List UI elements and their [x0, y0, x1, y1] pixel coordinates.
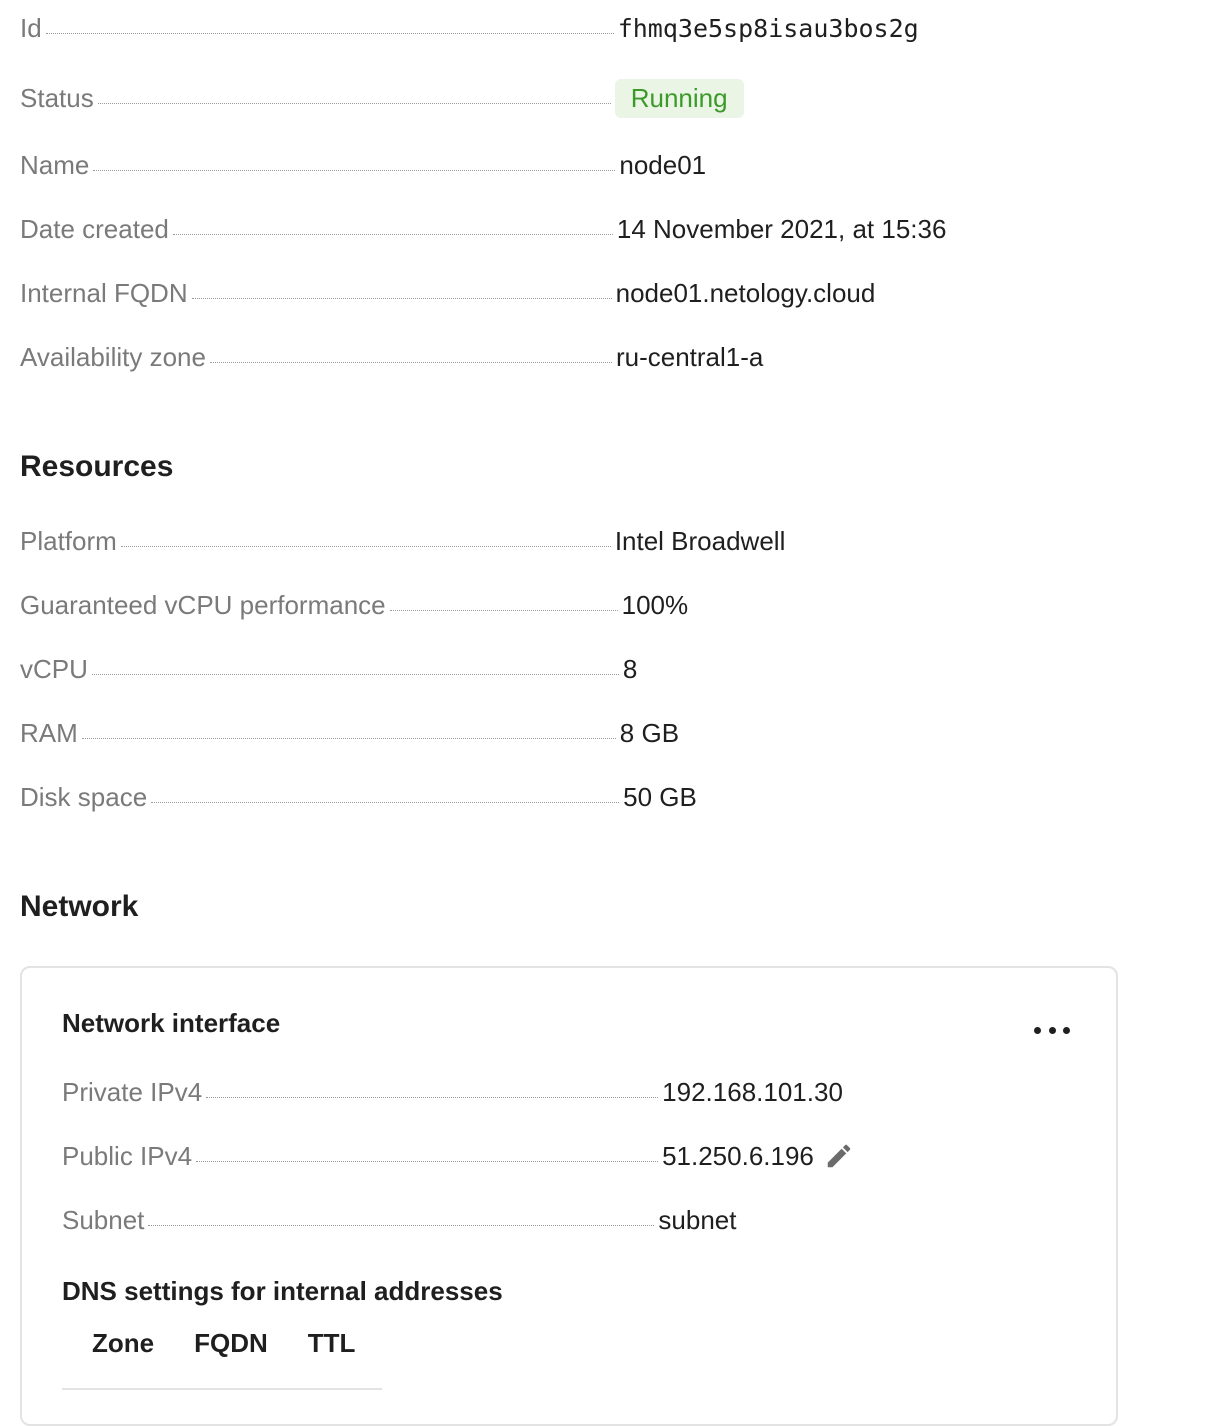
- private-ipv4-value[interactable]: 192.168.101.30: [662, 1077, 843, 1108]
- property-label: Name: [20, 149, 90, 180]
- dotted-leader: [389, 609, 618, 611]
- resources-section-title: Resources: [20, 450, 174, 483]
- property-label: Id: [20, 12, 42, 43]
- public-ipv4-value[interactable]: 51.250.6.196: [662, 1141, 814, 1172]
- dotted-leader: [172, 233, 613, 235]
- property-label: Date created: [20, 213, 169, 244]
- vcpu-value: 8: [622, 653, 638, 684]
- dotted-leader: [93, 169, 616, 171]
- property-label: Platform: [20, 525, 117, 556]
- property-label: Public IPv4: [62, 1140, 193, 1171]
- dns-table-header: Zone FQDN TTL: [62, 1328, 382, 1390]
- property-label: RAM: [20, 717, 78, 748]
- platform-value: Intel Broadwell: [614, 525, 786, 556]
- dotted-leader: [196, 1160, 659, 1162]
- property-row-id: Id fhmq3e5sp8isau3bos2g: [20, 8, 1120, 48]
- property-row-private-ipv4: Private IPv4 192.168.101.30: [62, 1072, 1102, 1112]
- dotted-leader: [120, 545, 611, 547]
- property-label: Guaranteed vCPU performance: [20, 589, 386, 620]
- network-interface-title: Network interface: [62, 1008, 281, 1038]
- property-row-internal-fqdn: Internal FQDN node01.netology.cloud: [20, 273, 1120, 313]
- dotted-leader: [206, 1096, 659, 1098]
- more-horizontal-icon[interactable]: [1034, 1022, 1070, 1038]
- property-row-date-created: Date created 14 November 2021, at 15:36: [20, 209, 1120, 249]
- instance-name-value: node01: [619, 149, 707, 180]
- dns-settings-title: DNS settings for internal addresses: [62, 1276, 503, 1306]
- dotted-leader: [45, 32, 614, 34]
- availability-zone-value: ru-central1-a: [615, 341, 764, 372]
- property-row-status: Status Running: [20, 78, 1120, 118]
- dotted-leader: [191, 297, 612, 299]
- dotted-leader: [209, 361, 612, 363]
- network-interface-card: Network interface Private IPv4 192.168.1…: [20, 966, 1118, 1426]
- property-label: Availability zone: [20, 341, 206, 372]
- property-label: vCPU: [20, 653, 88, 684]
- dotted-leader: [91, 673, 619, 675]
- subnet-link[interactable]: subnet: [658, 1205, 736, 1236]
- property-label: Status: [20, 82, 94, 113]
- property-row-name: Name node01: [20, 145, 1120, 185]
- instance-id-value[interactable]: fhmq3e5sp8isau3bos2g: [618, 14, 919, 43]
- property-row-disk-space: Disk space 50 GB: [20, 777, 1120, 817]
- dotted-leader: [148, 1224, 655, 1226]
- ram-value: 8 GB: [619, 717, 680, 748]
- property-row-guaranteed-vcpu: Guaranteed vCPU performance 100%: [20, 585, 1120, 625]
- disk-space-value: 50 GB: [623, 781, 697, 812]
- network-section-title: Network: [20, 890, 139, 923]
- property-row-platform: Platform Intel Broadwell: [20, 521, 1120, 561]
- dns-column-zone[interactable]: Zone: [92, 1328, 154, 1359]
- dotted-leader: [151, 801, 620, 803]
- property-row-availability-zone: Availability zone ru-central1-a: [20, 337, 1120, 377]
- dotted-leader: [81, 737, 616, 739]
- property-row-public-ipv4: Public IPv4 51.250.6.196: [62, 1136, 1102, 1176]
- property-row-ram: RAM 8 GB: [20, 713, 1120, 753]
- date-created-value: 14 November 2021, at 15:36: [616, 213, 947, 244]
- property-row-subnet: Subnet subnet: [62, 1200, 1102, 1240]
- dns-column-fqdn[interactable]: FQDN: [194, 1328, 268, 1359]
- property-label: Disk space: [20, 781, 148, 812]
- dns-column-ttl[interactable]: TTL: [308, 1328, 356, 1359]
- guaranteed-vcpu-value: 100%: [621, 589, 689, 620]
- internal-fqdn-value: node01.netology.cloud: [615, 277, 876, 308]
- dotted-leader: [97, 102, 611, 104]
- property-row-vcpu: vCPU 8: [20, 649, 1120, 689]
- property-label: Private IPv4: [62, 1076, 203, 1107]
- property-label: Subnet: [62, 1204, 145, 1235]
- status-badge: Running: [614, 78, 744, 118]
- pencil-icon[interactable]: [824, 1141, 854, 1171]
- property-label: Internal FQDN: [20, 277, 188, 308]
